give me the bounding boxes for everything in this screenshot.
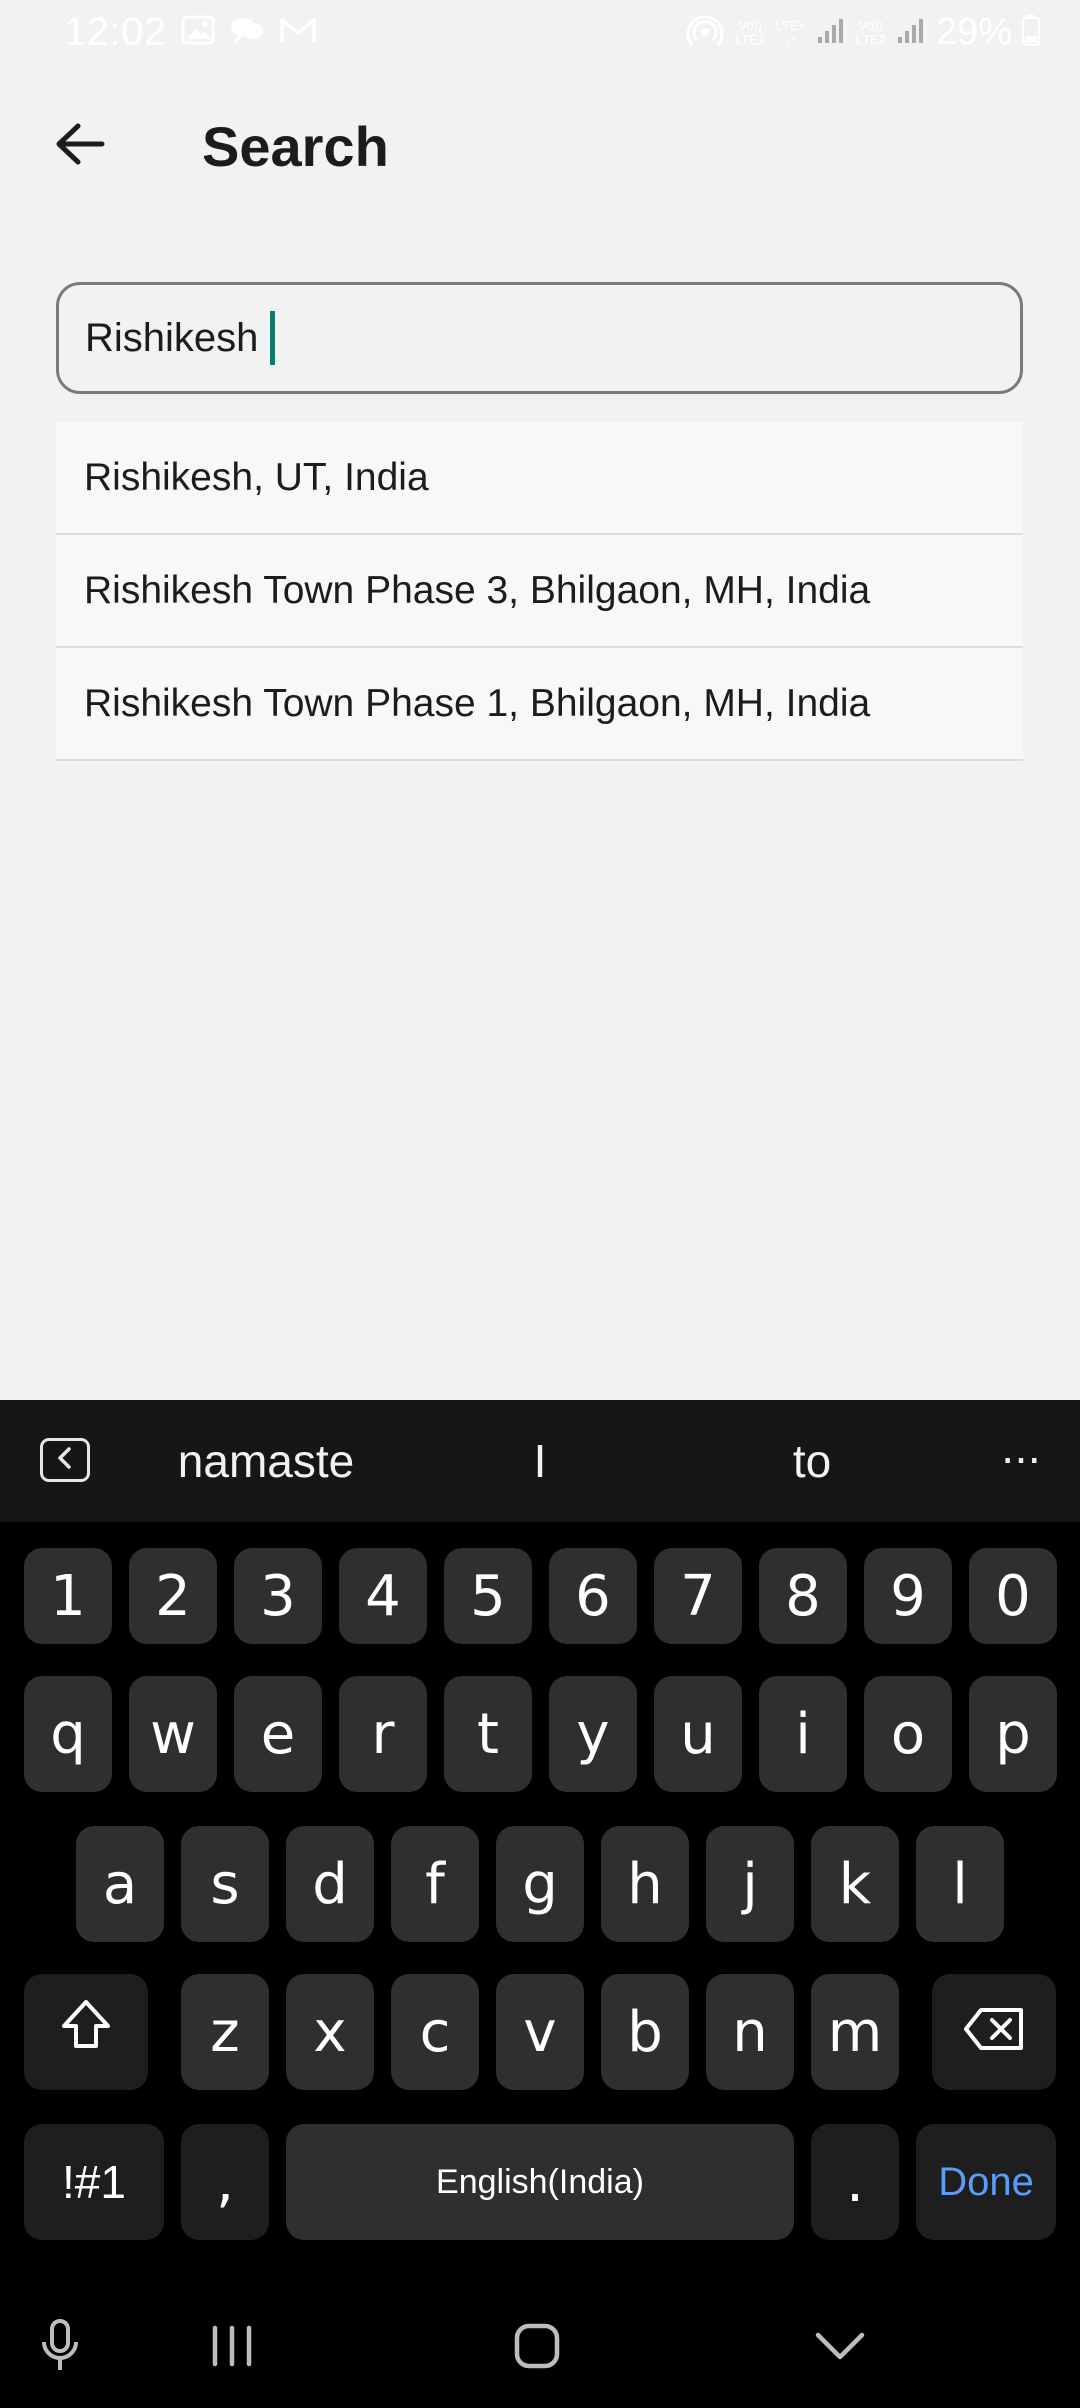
gmail-notification-icon xyxy=(279,15,317,50)
sim1-network-label: Vo)) LTE1 xyxy=(735,17,766,47)
system-navigation-bar xyxy=(0,2288,1080,2408)
key-n[interactable]: n xyxy=(706,1974,794,2090)
shift-icon xyxy=(60,1998,112,2066)
shift-key[interactable] xyxy=(24,1974,148,2090)
key-l[interactable]: l xyxy=(916,1826,1004,1942)
key-6[interactable]: 6 xyxy=(549,1548,637,1644)
suggestion-label: Rishikesh Town Phase 3, Bhilgaon, MH, In… xyxy=(84,568,871,612)
comma-key[interactable]: , xyxy=(181,2124,269,2240)
lte-plus-label: LTE+ ↓↑ xyxy=(775,17,806,47)
key-j[interactable]: j xyxy=(706,1826,794,1942)
key-7[interactable]: 7 xyxy=(654,1548,742,1644)
key-2[interactable]: 2 xyxy=(129,1548,217,1644)
hotspot-icon xyxy=(685,10,725,55)
key-z[interactable]: z xyxy=(181,1974,269,2090)
symbols-key[interactable]: !#1 xyxy=(24,2124,164,2240)
signal-strength-icon xyxy=(896,15,926,50)
chat-notification-icon xyxy=(229,15,265,50)
key-4[interactable]: 4 xyxy=(339,1548,427,1644)
signal-strength-icon xyxy=(816,15,846,50)
key-m[interactable]: m xyxy=(811,1974,899,2090)
suggestion-list: Rishikesh, UT, India Rishikesh Town Phas… xyxy=(56,422,1023,761)
symbols-key-label: !#1 xyxy=(62,2156,126,2208)
search-input-value: Rishikesh xyxy=(85,315,259,360)
key-d[interactable]: d xyxy=(286,1826,374,1942)
key-u[interactable]: u xyxy=(654,1676,742,1792)
key-g[interactable]: g xyxy=(496,1826,584,1942)
suggestion-item[interactable]: Rishikesh, UT, India xyxy=(56,422,1023,535)
backspace-icon xyxy=(963,2000,1025,2065)
period-key[interactable]: . xyxy=(811,2124,899,2240)
chevron-left-icon xyxy=(55,1446,75,1475)
more-options-button[interactable]: ··· xyxy=(1000,1430,1042,1484)
keyboard-collapse-button[interactable] xyxy=(40,1438,90,1482)
keyboard-toolbar: namaste I to ··· xyxy=(0,1400,1080,1522)
key-5[interactable]: 5 xyxy=(444,1548,532,1644)
recent-apps-button[interactable] xyxy=(200,2316,264,2380)
home-icon xyxy=(513,2322,561,2375)
key-f[interactable]: f xyxy=(391,1826,479,1942)
arrow-left-icon xyxy=(54,122,106,171)
page-title: Search xyxy=(202,115,389,178)
key-0[interactable]: 0 xyxy=(969,1548,1057,1644)
microphone-icon xyxy=(39,2318,81,2379)
hide-keyboard-button[interactable] xyxy=(808,2316,872,2380)
search-input[interactable]: Rishikesh xyxy=(56,282,1023,394)
gallery-notification-icon xyxy=(181,15,215,50)
key-a[interactable]: a xyxy=(76,1826,164,1942)
key-w[interactable]: w xyxy=(129,1676,217,1792)
done-key[interactable]: Done xyxy=(916,2124,1056,2240)
key-q[interactable]: q xyxy=(24,1676,112,1792)
key-e[interactable]: e xyxy=(234,1676,322,1792)
done-key-label: Done xyxy=(938,2159,1034,2204)
key-o[interactable]: o xyxy=(864,1676,952,1792)
suggestion-label: Rishikesh Town Phase 1, Bhilgaon, MH, In… xyxy=(84,681,871,725)
on-screen-keyboard: namaste I to ··· 1 2 3 4 5 6 7 8 9 0 q w… xyxy=(0,1400,1080,2408)
key-s[interactable]: s xyxy=(181,1826,269,1942)
spacebar[interactable]: English(India) xyxy=(286,2124,794,2240)
status-bar: 12:02 Vo)) LTE1 LTE+ ↓↑ Vo)) LTE2 29% xyxy=(0,0,1080,72)
sim2-network-label: Vo)) LTE2 xyxy=(855,17,886,47)
suggestion-item[interactable]: Rishikesh Town Phase 3, Bhilgaon, MH, In… xyxy=(56,535,1023,648)
suggestion-label: Rishikesh, UT, India xyxy=(84,455,429,499)
key-3[interactable]: 3 xyxy=(234,1548,322,1644)
prediction-suggestion[interactable]: to xyxy=(692,1434,932,1488)
key-h[interactable]: h xyxy=(601,1826,689,1942)
key-k[interactable]: k xyxy=(811,1826,899,1942)
chevron-down-icon xyxy=(813,2329,867,2368)
suggestion-item[interactable]: Rishikesh Town Phase 1, Bhilgaon, MH, In… xyxy=(56,648,1023,761)
prediction-suggestion[interactable]: namaste xyxy=(146,1434,386,1488)
key-r[interactable]: r xyxy=(339,1676,427,1792)
key-b[interactable]: b xyxy=(601,1974,689,2090)
prediction-suggestion[interactable]: I xyxy=(420,1434,660,1488)
key-1[interactable]: 1 xyxy=(24,1548,112,1644)
key-t[interactable]: t xyxy=(444,1676,532,1792)
home-button[interactable] xyxy=(505,2316,569,2380)
battery-percentage: 29% xyxy=(935,11,1012,53)
key-i[interactable]: i xyxy=(759,1676,847,1792)
key-9[interactable]: 9 xyxy=(864,1548,952,1644)
spacebar-label: English(India) xyxy=(436,2162,644,2201)
key-8[interactable]: 8 xyxy=(759,1548,847,1644)
status-time: 12:02 xyxy=(64,10,167,54)
key-y[interactable]: y xyxy=(549,1676,637,1792)
key-x[interactable]: x xyxy=(286,1974,374,2090)
key-p[interactable]: p xyxy=(969,1676,1057,1792)
voice-input-button[interactable] xyxy=(30,2316,90,2380)
key-c[interactable]: c xyxy=(391,1974,479,2090)
text-caret xyxy=(270,311,276,365)
battery-icon xyxy=(1022,14,1040,51)
backspace-key[interactable] xyxy=(932,1974,1056,2090)
recent-apps-icon xyxy=(207,2324,257,2373)
back-button[interactable] xyxy=(40,110,120,182)
key-v[interactable]: v xyxy=(496,1974,584,2090)
app-bar: Search xyxy=(0,96,1080,196)
